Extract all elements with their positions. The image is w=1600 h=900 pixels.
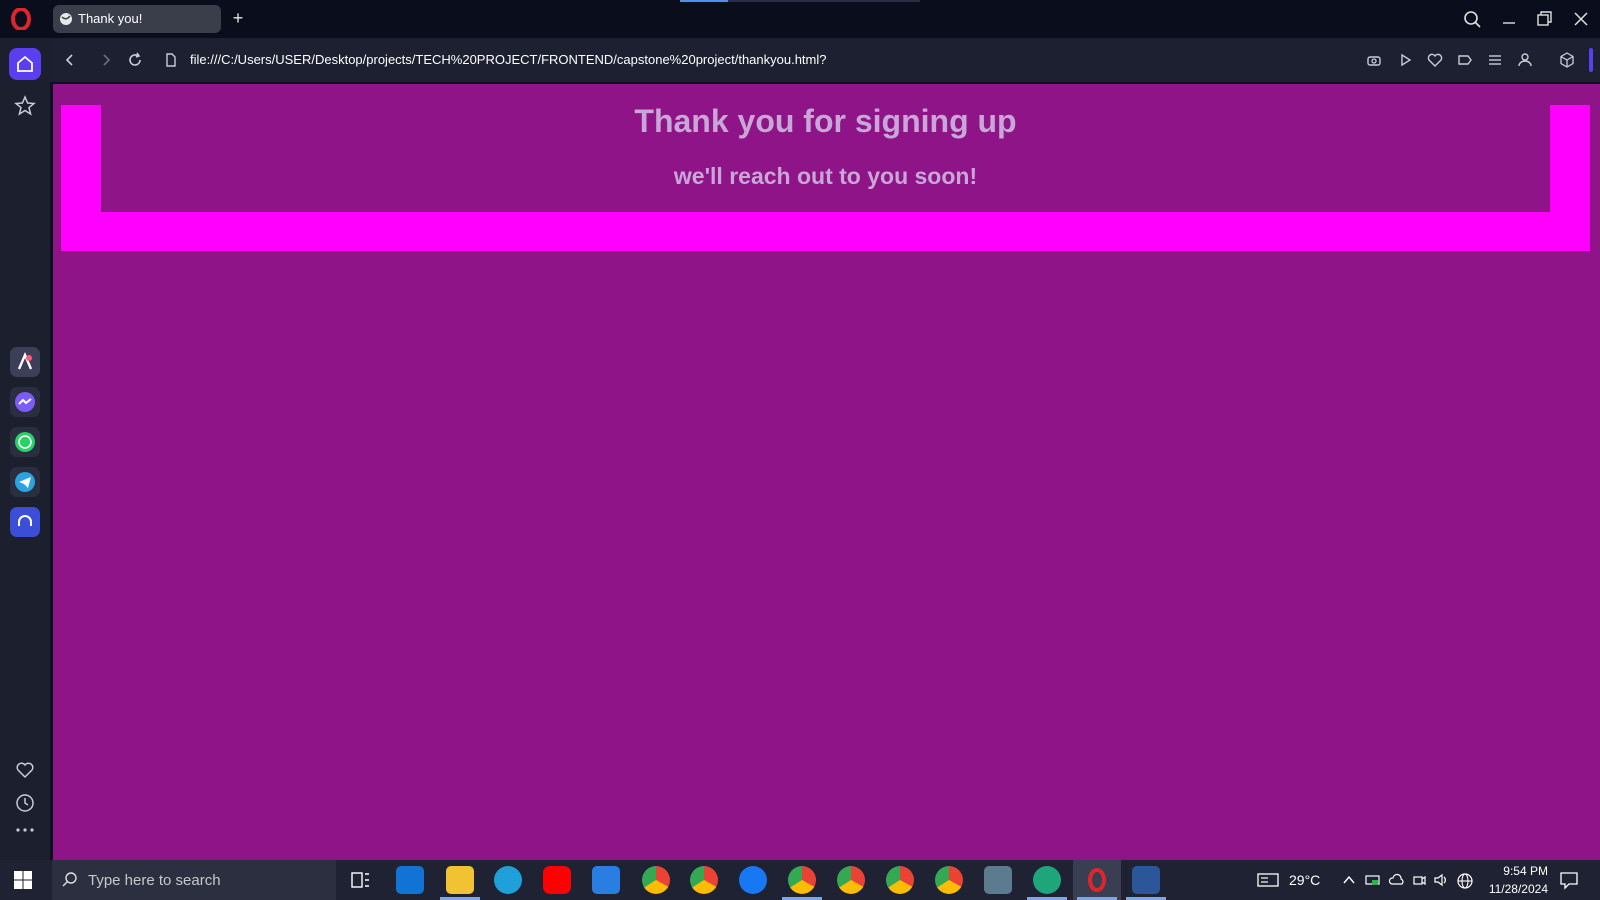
page-subheading: we'll reach out to you soon! [673,163,978,189]
meet-now-icon[interactable] [1411,872,1427,888]
aria-icon [17,351,33,370]
photos-icon[interactable] [984,866,1012,894]
globe-icon [60,13,72,25]
easy-setup-icon[interactable] [1485,50,1505,70]
clock-time[interactable]: 9:54 PM [1480,864,1548,878]
reload-icon[interactable] [125,50,145,70]
onedrive-icon[interactable] [1388,872,1406,888]
tag-icon[interactable] [1455,50,1475,70]
notifications-icon[interactable] [1558,869,1580,891]
windows-start-icon[interactable] [13,870,33,890]
word-icon[interactable] [1132,866,1160,894]
play-icon[interactable] [1395,50,1415,70]
clock-date[interactable]: 11/28/2024 [1480,882,1548,896]
forward-icon[interactable] [96,50,116,70]
profile-icon[interactable] [1515,50,1535,70]
sidebar-toggle-indicator[interactable] [1589,48,1593,72]
messenger-icon [15,392,35,412]
heart-icon[interactable] [14,759,36,781]
file-icon [166,53,176,67]
camera-icon[interactable] [1364,50,1384,70]
tab-strip-indicator [680,0,920,2]
chrome-profile-icon[interactable] [935,866,963,894]
sidebar-app-messenger[interactable] [10,387,40,417]
search-icon[interactable] [1461,8,1485,30]
opera-logo-icon[interactable] [10,8,32,30]
headphones-icon [18,515,32,526]
chatgpt-icon[interactable] [1033,866,1061,894]
more-icon[interactable] [14,824,36,836]
task-view-icon[interactable] [346,866,374,894]
battery-icon[interactable] [1364,872,1382,888]
language-globe-icon[interactable] [1456,872,1474,890]
new-tab-button[interactable]: + [228,8,248,28]
taskbar-search-placeholder: Type here to search [88,872,221,889]
chevron-up-icon[interactable] [1341,872,1357,888]
search-icon [62,872,77,887]
star-icon[interactable] [13,94,37,118]
bookmark-heart-icon[interactable] [1425,50,1445,70]
home-icon [17,55,33,72]
chrome-profile-icon[interactable] [788,866,816,894]
edge-icon[interactable] [494,866,522,894]
restore-icon[interactable] [1532,8,1556,30]
sidebar-home-button[interactable] [9,48,41,80]
back-icon[interactable] [60,50,80,70]
weather-temperature[interactable]: 29°C [1289,872,1320,888]
sidebar-app-aria[interactable] [10,347,40,377]
file-explorer-icon[interactable] [446,866,474,894]
calendar-icon[interactable] [592,866,620,894]
address-url[interactable]: file:///C:/Users/USER/Desktop/projects/T… [190,52,827,67]
chrome-profile-icon[interactable] [690,866,718,894]
taskbar-search-box[interactable]: Type here to search [52,860,336,900]
whatsapp-icon [15,432,35,452]
tab-thank-you[interactable]: Thank you! [53,5,221,33]
outlook-icon[interactable] [396,866,424,894]
telegram-icon [15,472,35,492]
page-heading: Thank you for signing up [634,103,1017,139]
minimize-icon[interactable] [1497,8,1521,30]
youtube-icon[interactable] [543,866,571,894]
close-icon[interactable] [1569,8,1593,30]
opera-icon[interactable] [1083,866,1111,894]
tab-label: Thank you! [78,11,143,26]
speaker-icon[interactable] [1432,872,1450,888]
sidebar-app-telegram[interactable] [10,467,40,497]
sidebar-app-music[interactable] [10,507,40,537]
weather-icon[interactable] [1256,871,1280,889]
facebook-icon[interactable] [739,866,767,894]
history-icon[interactable] [14,792,36,814]
chrome-profile-icon[interactable] [886,866,914,894]
chrome-icon[interactable] [642,866,670,894]
sidebar-app-whatsapp[interactable] [10,427,40,457]
extensions-cube-icon[interactable] [1557,50,1577,70]
chrome-profile-icon[interactable] [837,866,865,894]
